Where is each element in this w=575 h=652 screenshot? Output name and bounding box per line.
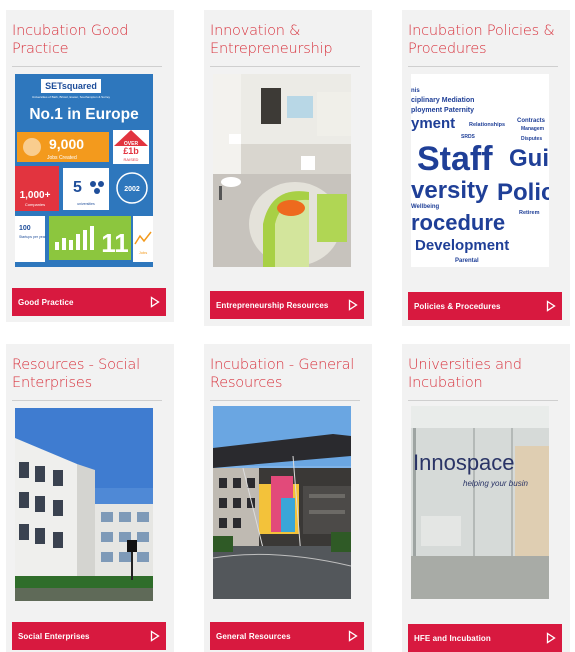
year-badge: 2002: [124, 186, 140, 193]
good-practice-button[interactable]: Good Practice: [12, 288, 166, 316]
card-universities-incubation: Universities and Incubation Innospace he…: [402, 344, 570, 652]
word: Parental: [455, 258, 479, 264]
count-value: 11: [101, 228, 129, 258]
play-triangle-outline-icon: [150, 630, 160, 642]
card-innovation-entrepreneurship: Innovation & Entrepreneurship Entreprene…: [204, 10, 372, 326]
play-triangle-outline-icon: [348, 630, 358, 642]
play-triangle-outline-icon: [546, 300, 556, 312]
card-image-innospace-glass[interactable]: Innospace helping your busin: [411, 406, 549, 599]
word: Managem: [521, 126, 545, 132]
word: Staff: [417, 140, 493, 178]
brand-logo-text: SETsquared: [45, 81, 97, 91]
button-label: Good Practice: [18, 297, 74, 307]
word: Disputes: [521, 136, 542, 142]
social-enterprises-button[interactable]: Social Enterprises: [12, 622, 166, 650]
button-label: Social Enterprises: [18, 631, 90, 641]
word: Contracts: [517, 118, 546, 124]
companies-value: 1,000+: [20, 190, 51, 201]
word: Development: [415, 237, 509, 254]
growth-label: Jobs: [139, 250, 147, 255]
word: yment: [411, 115, 455, 132]
word: rocedure: [411, 210, 505, 235]
over-value: £1b: [123, 146, 139, 156]
companies-label: Companies: [25, 202, 45, 207]
brand-subtitle: Universities of Bath, Bristol, Exeter, S…: [32, 95, 111, 99]
card-image-setsquared-infographic[interactable]: SETsquared Universities of Bath, Bristol…: [15, 74, 153, 267]
card-title: Universities and Incubation: [408, 357, 522, 391]
universities-label: universities: [77, 202, 95, 206]
general-resources-button[interactable]: General Resources: [210, 622, 364, 650]
policies-procedures-button[interactable]: Policies & Procedures: [408, 292, 562, 320]
jobs-value: 9,000: [49, 136, 84, 152]
word: Relationships: [469, 122, 505, 128]
sign-tagline: helping your busin: [463, 479, 528, 488]
card-image-office-interior[interactable]: [213, 74, 351, 267]
entrepreneurship-resources-button[interactable]: Entrepreneurship Resources: [210, 291, 364, 319]
universities-value: 5: [73, 179, 82, 196]
startups-value: 100: [19, 225, 31, 232]
button-label: General Resources: [216, 631, 291, 641]
over-caption: RAISED: [124, 157, 139, 162]
jobs-label: Jobs Created: [47, 155, 77, 161]
word: ciplinary Mediation: [411, 97, 474, 104]
card-title: Resources - Social Enterprises: [12, 357, 140, 391]
button-label: HFE and Incubation: [414, 633, 491, 643]
divider: [12, 66, 162, 67]
word: nis: [411, 88, 420, 94]
divider: [210, 400, 360, 401]
word: Retirem: [519, 210, 540, 216]
divider: [408, 66, 558, 67]
card-general-resources: Incubation - General Resources General R…: [204, 344, 372, 652]
word: Polic: [497, 179, 549, 206]
divider: [12, 400, 162, 401]
card-title: Innovation & Entrepreneurship: [210, 23, 333, 57]
play-triangle-outline-icon: [348, 299, 358, 311]
card-social-enterprises: Resources - Social Enterprises Social En…: [6, 344, 174, 652]
card-title: Incubation Policies & Procedures: [408, 23, 555, 57]
card-title: Incubation - General Resources: [210, 357, 355, 391]
card-image-word-cloud[interactable]: nis ciplinary Mediation ployment Paterni…: [411, 74, 549, 267]
card-policies-procedures: Incubation Policies & Procedures nis cip…: [402, 10, 570, 326]
button-label: Entrepreneurship Resources: [216, 300, 329, 310]
card-good-practice: Incubation Good Practice SETsquared Univ…: [6, 10, 174, 322]
play-triangle-outline-icon: [150, 296, 160, 308]
sign-text: Innospace: [413, 450, 515, 475]
divider: [408, 400, 558, 401]
divider: [210, 66, 360, 67]
headline: No.1 in Europe: [29, 106, 139, 123]
card-image-campus-building[interactable]: [213, 406, 351, 599]
word: Gui: [509, 145, 549, 172]
hfe-incubation-button[interactable]: HFE and Incubation: [408, 624, 562, 652]
card-image-office-building[interactable]: [15, 408, 153, 601]
word: ployment Paternity: [411, 107, 474, 114]
card-title: Incubation Good Practice: [12, 23, 129, 57]
button-label: Policies & Procedures: [414, 301, 501, 311]
play-triangle-outline-icon: [546, 632, 556, 644]
startups-label: Startups per year: [19, 235, 47, 239]
word: versity: [411, 177, 489, 204]
